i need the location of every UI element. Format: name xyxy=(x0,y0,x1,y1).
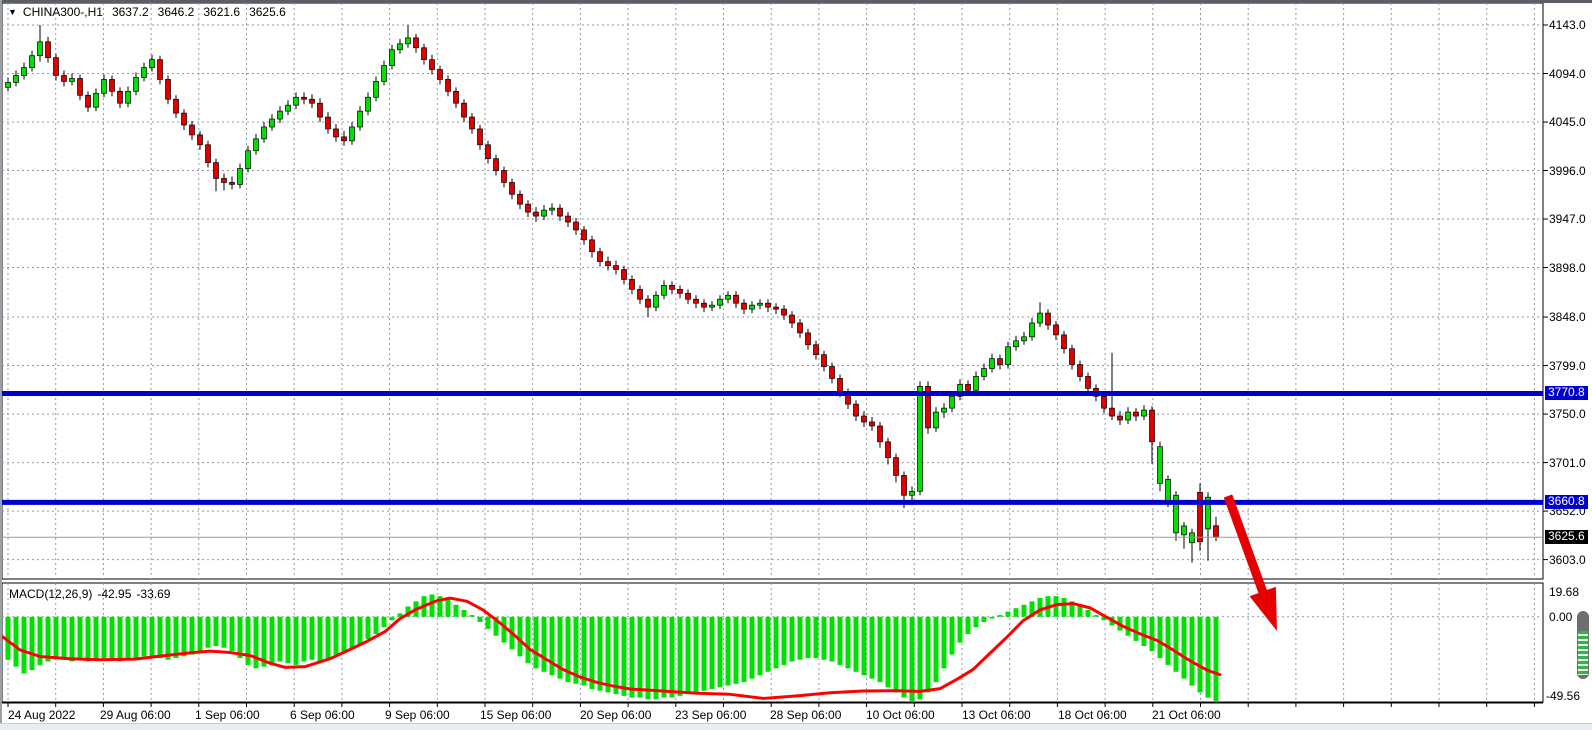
time-axis-label: 1 Sep 06:00 xyxy=(195,708,260,722)
vertical-scrollbar-thumb[interactable] xyxy=(1577,611,1589,679)
ohlc-low: 3621.6 xyxy=(203,5,240,19)
chart-svg[interactable] xyxy=(0,0,1592,730)
time-axis-label: 15 Sep 06:00 xyxy=(480,708,551,722)
price-axis-label: 4143.0 xyxy=(1549,18,1586,32)
macd-main-value: -42.95 xyxy=(97,587,131,601)
price-axis-label: 3996.0 xyxy=(1549,164,1586,178)
candlesticks xyxy=(6,25,1219,563)
support-price-tag: 3660.8 xyxy=(1545,495,1588,509)
ohlc-high: 3646.2 xyxy=(158,5,195,19)
panel-borders xyxy=(2,3,1543,703)
scrollbar-stripes xyxy=(1578,631,1588,675)
ohlc-open: 3637.2 xyxy=(112,5,149,19)
chart-window: ▼ CHINA300-,H1 3637.2 3646.2 3621.6 3625.6 MA… xyxy=(0,0,1592,730)
window-top-edge xyxy=(0,0,1592,3)
price-axis-label: 3898.0 xyxy=(1549,261,1586,275)
horizontal-scrollbar-track[interactable] xyxy=(0,723,1592,730)
resistance-price-tag: 3770.8 xyxy=(1545,386,1588,400)
macd-indicator-label: MACD(12,26,9) -42.95 -33.69 xyxy=(9,587,170,601)
window-left-edge xyxy=(0,0,2,730)
time-axis-label: 24 Aug 2022 xyxy=(8,708,75,722)
macd-name: MACD(12,26,9) xyxy=(9,587,92,601)
price-axis-label: 3603.0 xyxy=(1549,553,1586,567)
macd-signal-value: -33.69 xyxy=(136,587,170,601)
time-axis-label: 9 Sep 06:00 xyxy=(385,708,450,722)
chart-symbol-dropdown-icon: ▼ xyxy=(8,7,17,17)
price-axis-label: 3947.0 xyxy=(1549,212,1586,226)
time-axis-label: 29 Aug 06:00 xyxy=(100,708,171,722)
time-axis-label: 23 Sep 06:00 xyxy=(675,708,746,722)
price-axis-label: 4045.0 xyxy=(1549,115,1586,129)
price-axis-label: 3799.0 xyxy=(1549,359,1586,373)
chart-title: ▼ CHINA300-,H1 3637.2 3646.2 3621.6 3625.6 xyxy=(8,5,286,19)
time-axis-label: 21 Oct 06:00 xyxy=(1152,708,1221,722)
symbol-label: CHINA300-,H1 xyxy=(23,5,103,19)
time-axis-label: 13 Oct 06:00 xyxy=(962,708,1031,722)
macd-axis-min: -49.56 xyxy=(1546,689,1580,703)
price-axis-label: 3701.0 xyxy=(1549,456,1586,470)
price-axis-label: 4094.0 xyxy=(1549,67,1586,81)
ohlc-close: 3625.6 xyxy=(249,5,286,19)
time-axis-label: 18 Oct 06:00 xyxy=(1058,708,1127,722)
price-axis-label: 3848.0 xyxy=(1549,310,1586,324)
time-axis-label: 10 Oct 06:00 xyxy=(866,708,935,722)
time-axis-label: 20 Sep 06:00 xyxy=(580,708,651,722)
macd-axis-zero: 0.00 xyxy=(1549,610,1572,624)
time-axis-label: 6 Sep 06:00 xyxy=(290,708,355,722)
last-price-tag: 3625.6 xyxy=(1545,530,1588,544)
trend-arrow[interactable] xyxy=(1228,496,1277,631)
time-axis-label: 28 Sep 06:00 xyxy=(770,708,841,722)
macd-axis-max: 19.68 xyxy=(1549,585,1579,599)
price-axis-label: 3750.0 xyxy=(1549,407,1586,421)
grid-lines xyxy=(2,3,1548,707)
